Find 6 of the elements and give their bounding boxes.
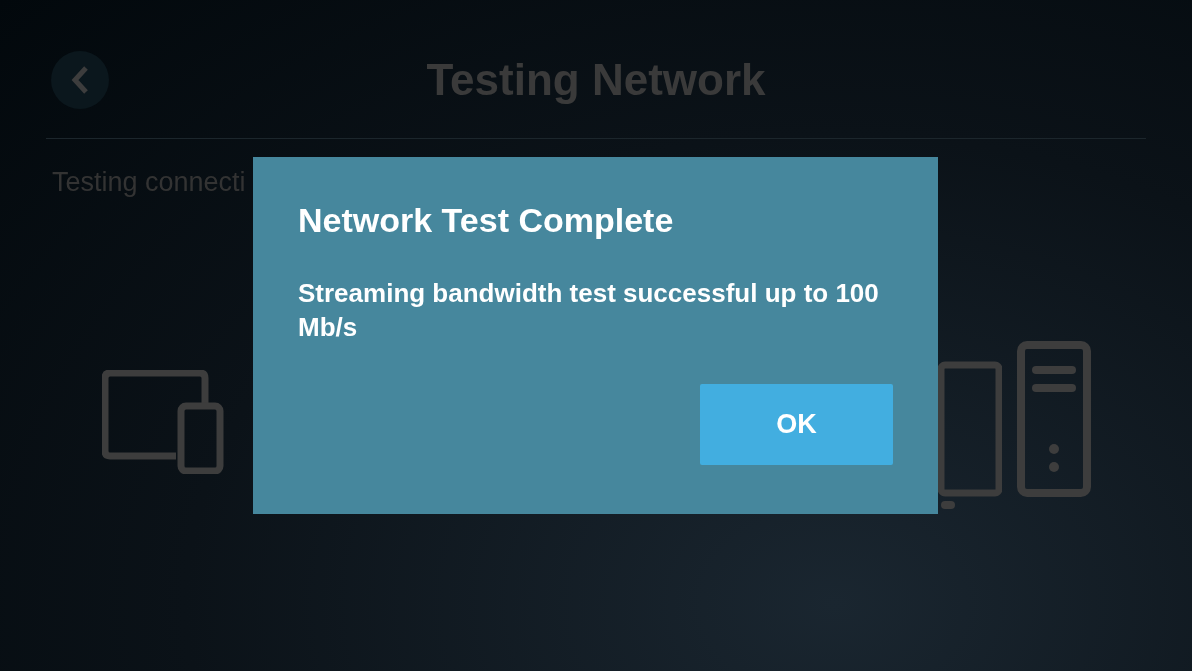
tablet-and-phone-icon (102, 370, 224, 474)
dialog-message: Streaming bandwidth test successful up to 100 Mb/s (298, 277, 880, 344)
dialog-title: Network Test Complete (298, 201, 675, 240)
back-icon (70, 65, 90, 95)
computer-tower-icon (1017, 341, 1091, 497)
ok-button[interactable]: OK (700, 384, 893, 465)
